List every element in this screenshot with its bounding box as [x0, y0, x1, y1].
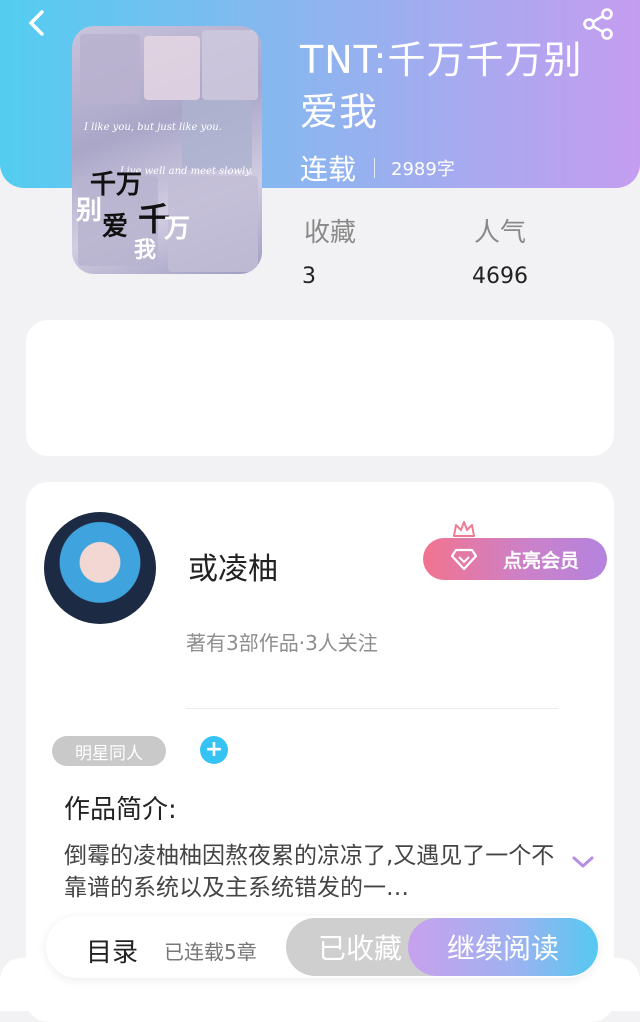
popularity-value: 4696 [472, 264, 528, 289]
author-name[interactable]: 或凌柚 [188, 544, 278, 588]
cover-photo-tile [202, 30, 258, 100]
continue-reading-label: 继续阅读 [446, 932, 559, 965]
cover-title-text: 别 [76, 196, 103, 226]
empty-card [26, 320, 614, 456]
favorites-label: 收藏 [304, 218, 357, 248]
serial-status: 连载 [300, 153, 357, 186]
vip-button[interactable]: 点亮会员 [423, 538, 607, 580]
add-tag-button[interactable]: + [200, 736, 228, 764]
intro-text: 倒霉的凌柚柚因熬夜累的凉凉了,又遇见了一个不靠谱的系统以及主系统错发的一… [64, 843, 555, 901]
diamond-icon [450, 547, 478, 571]
genre-tag[interactable]: 明星同人 [52, 736, 166, 766]
plus-icon: + [204, 737, 224, 762]
cover-photo-tile [144, 36, 200, 100]
chapter-count: 已连载5章 [164, 940, 257, 964]
collected-label: 已收藏 [318, 932, 403, 965]
cover-title-text: 爱 [102, 212, 129, 242]
toc-button[interactable]: 目录 [86, 932, 138, 969]
word-count: 2989字 [391, 159, 455, 180]
cover-photo-tile [80, 34, 140, 104]
book-title: TNT:千万千万别爱我 [300, 38, 583, 134]
back-arrow-icon[interactable] [20, 6, 54, 40]
book-cover[interactable]: I like you, but just like you. Live well… [72, 26, 262, 274]
favorites-value: 3 [302, 264, 316, 289]
intro-title: 作品简介: [64, 795, 177, 825]
cover-caption: I like you, but just like you. [84, 122, 222, 133]
divider [186, 708, 558, 709]
cover-title-text: 万 [164, 214, 191, 244]
cover-title-text: 我 [134, 237, 157, 263]
popularity-label: 人气 [474, 218, 527, 248]
divider [374, 158, 376, 178]
chevron-down-icon[interactable] [570, 852, 596, 872]
cover-photo-tile [182, 100, 252, 170]
continue-reading-button[interactable]: 继续阅读 [408, 918, 598, 976]
vip-button-label: 点亮会员 [502, 549, 579, 572]
crown-icon [452, 520, 476, 540]
avatar[interactable] [44, 512, 156, 624]
author-meta: 著有3部作品·3人关注 [186, 631, 378, 655]
book-status-row: 连载 2989字 [300, 148, 455, 188]
